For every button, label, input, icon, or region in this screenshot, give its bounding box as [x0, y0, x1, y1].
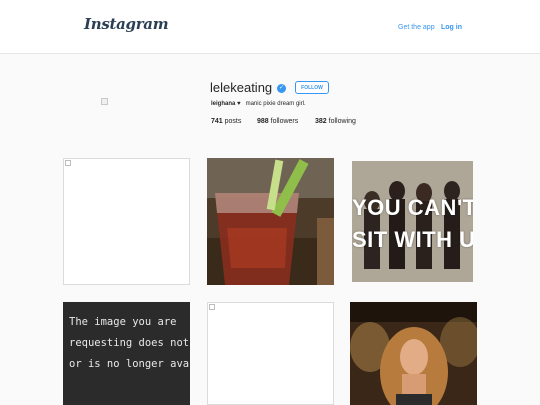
- following-label: following: [328, 118, 356, 125]
- verified-check-icon: ✓: [277, 84, 286, 93]
- bio-text: manic pixie dream girl.: [245, 101, 306, 107]
- broken-image-icon: [209, 304, 215, 310]
- post-tile-3[interactable]: YOU CAN'T SIT WITH US: [352, 161, 473, 282]
- band-caption-line-1: YOU CAN'T: [352, 195, 473, 220]
- follow-button[interactable]: FOLLOW: [295, 81, 329, 94]
- post-tile-6[interactable]: [350, 302, 477, 405]
- bio-name: leighana: [211, 101, 236, 107]
- post-tile-5[interactable]: [207, 302, 334, 405]
- posts-count: 741: [211, 118, 223, 125]
- following-stat[interactable]: 382 following: [315, 118, 356, 125]
- error-line-1: The image you are: [69, 316, 177, 328]
- error-line-3: or is no longer available.: [69, 358, 190, 370]
- post-tile-4[interactable]: The image you are requesting does not ex…: [63, 302, 190, 405]
- followers-count: 988: [257, 118, 269, 125]
- profile-username: lelekeating: [210, 80, 273, 95]
- post-tile-2[interactable]: [207, 158, 334, 285]
- posts-stat: 741 posts: [211, 118, 241, 125]
- post-tile-1[interactable]: [63, 158, 190, 285]
- band-caption-line-2: SIT WITH US: [352, 227, 473, 252]
- heart-icon: ♥: [237, 101, 241, 107]
- followers-stat[interactable]: 988 followers: [257, 118, 298, 125]
- profile-avatar[interactable]: [101, 98, 108, 105]
- broken-image-icon: [65, 160, 71, 166]
- following-count: 382: [315, 118, 327, 125]
- bloody-mary-photo: [207, 158, 334, 285]
- top-bar: Instagram Get the app Log in: [0, 0, 540, 54]
- profile-bio: leighana ♥ manic pixie dream girl.: [211, 101, 306, 107]
- band-photo: [352, 161, 473, 282]
- instagram-logo[interactable]: Instagram: [84, 15, 169, 33]
- portrait-photo: [350, 302, 477, 405]
- log-in-link[interactable]: Log in: [441, 24, 462, 31]
- followers-label: followers: [270, 118, 299, 125]
- get-the-app-link[interactable]: Get the app: [398, 24, 435, 31]
- error-line-2: requesting does not exist: [69, 337, 190, 349]
- posts-label: posts: [224, 118, 242, 125]
